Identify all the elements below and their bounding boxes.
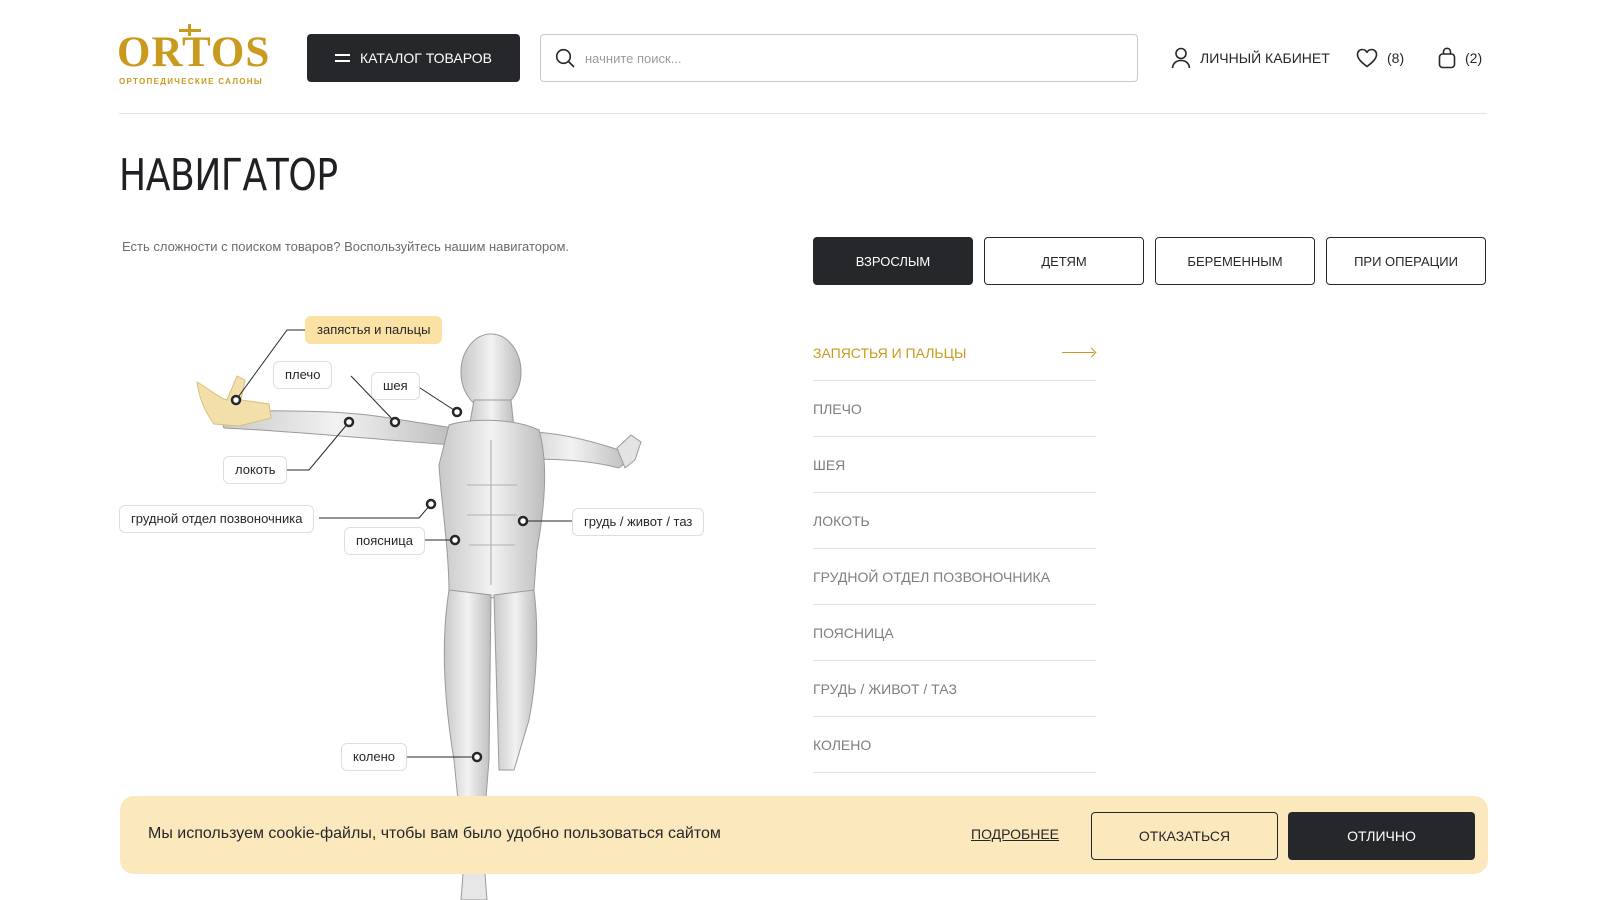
catalog-button-label: КАТАЛОГ ТОВАРОВ <box>360 50 492 66</box>
arrow-right-icon <box>1062 349 1096 357</box>
search-box[interactable] <box>540 34 1138 82</box>
tab-pregnant[interactable]: БЕРЕМЕННЫМ <box>1155 237 1315 285</box>
zone-label: ЗАПЯСТЬЯ И ПАЛЬЦЫ <box>813 344 967 361</box>
cart-link[interactable]: (2) <box>1438 44 1482 72</box>
tab-children[interactable]: ДЕТЯМ <box>984 237 1144 285</box>
tag-lumbar[interactable]: поясница <box>344 527 425 555</box>
tag-thoracic-spine[interactable]: грудной отдел позвоночника <box>119 505 315 533</box>
header-divider <box>119 113 1487 114</box>
cookie-message: Мы используем cookie-файлы, чтобы вам бы… <box>148 825 721 842</box>
zone-knee[interactable]: КОЛЕНО <box>813 717 1096 773</box>
tag-elbow[interactable]: локоть <box>223 456 288 484</box>
user-icon <box>1171 47 1191 69</box>
tag-shoulder[interactable]: плечо <box>273 361 333 389</box>
page-title: НАВИГАТОР <box>119 150 338 201</box>
site-header: ORTOS ОРТОПЕДИЧЕСКИЕ САЛОНЫ КАТАЛОГ ТОВА… <box>0 0 1600 112</box>
cookie-decline-button[interactable]: ОТКАЗАТЬСЯ <box>1091 812 1278 860</box>
tag-neck[interactable]: шея <box>371 372 420 400</box>
body-zone-list: ЗАПЯСТЬЯ И ПАЛЬЦЫ ПЛЕЧО ШЕЯ ЛОКОТЬ ГРУДН… <box>813 325 1096 773</box>
ortos-logo[interactable]: ORTOS ОРТОПЕДИЧЕСКИЕ САЛОНЫ <box>117 22 271 88</box>
tab-surgery[interactable]: ПРИ ОПЕРАЦИИ <box>1326 237 1486 285</box>
tag-chest-abdomen-pelvis[interactable]: грудь / живот / таз <box>572 508 705 536</box>
zone-label: ГРУДЬ / ЖИВОТ / ТАЗ <box>813 680 957 697</box>
zone-label: ПЛЕЧО <box>813 400 862 417</box>
shopping-bag-icon <box>1438 47 1456 69</box>
cookie-more-link[interactable]: ПОДРОБНЕЕ <box>971 826 1059 842</box>
zone-label: ШЕЯ <box>813 456 846 473</box>
heart-icon <box>1356 48 1378 68</box>
catalog-button[interactable]: КАТАЛОГ ТОВАРОВ <box>307 34 520 82</box>
logo-wordmark: ORTOS <box>117 29 271 76</box>
logo-tagline: ОРТОПЕДИЧЕСКИЕ САЛОНЫ <box>118 77 264 86</box>
zone-chest-abdomen-pelvis[interactable]: ГРУДЬ / ЖИВОТ / ТАЗ <box>813 661 1096 717</box>
search-icon <box>555 48 575 68</box>
tag-knee[interactable]: колено <box>341 743 408 771</box>
search-input[interactable] <box>585 50 1105 66</box>
zone-elbow[interactable]: ЛОКОТЬ <box>813 493 1096 549</box>
zone-shoulder[interactable]: ПЛЕЧО <box>813 381 1096 437</box>
audience-tabs: ВЗРОСЛЫМ ДЕТЯМ БЕРЕМЕННЫМ ПРИ ОПЕРАЦИИ <box>813 237 1486 285</box>
account-link[interactable]: ЛИЧНЫЙ КАБИНЕТ <box>1171 44 1330 72</box>
zone-neck[interactable]: ШЕЯ <box>813 437 1096 493</box>
page-intro: Есть сложности с поиском товаров? Воспол… <box>122 239 570 254</box>
cart-count: (2) <box>1465 50 1483 66</box>
zone-label: ПОЯСНИЦА <box>813 624 894 641</box>
zone-lumbar[interactable]: ПОЯСНИЦА <box>813 605 1096 661</box>
zone-label: КОЛЕНО <box>813 736 872 753</box>
account-label: ЛИЧНЫЙ КАБИНЕТ <box>1200 50 1330 66</box>
cookie-accept-button[interactable]: ОТЛИЧНО <box>1288 812 1475 860</box>
tab-adults[interactable]: ВЗРОСЛЫМ <box>813 237 973 285</box>
zone-label: ГРУДНОЙ ОТДЕЛ ПОЗВОНОЧНИКА <box>813 568 1051 585</box>
favorites-link[interactable]: (8) <box>1356 44 1404 72</box>
zone-label: ЛОКОТЬ <box>813 512 870 529</box>
favorites-count: (8) <box>1387 50 1405 66</box>
tag-wrist-fingers[interactable]: запястья и пальцы <box>305 316 443 344</box>
burger-menu-icon <box>335 53 351 63</box>
zone-wrist-fingers[interactable]: ЗАПЯСТЬЯ И ПАЛЬЦЫ <box>813 325 1096 381</box>
zone-thoracic-spine[interactable]: ГРУДНОЙ ОТДЕЛ ПОЗВОНОЧНИКА <box>813 549 1096 605</box>
cookie-banner: Мы используем cookie-файлы, чтобы вам бы… <box>120 796 1488 874</box>
